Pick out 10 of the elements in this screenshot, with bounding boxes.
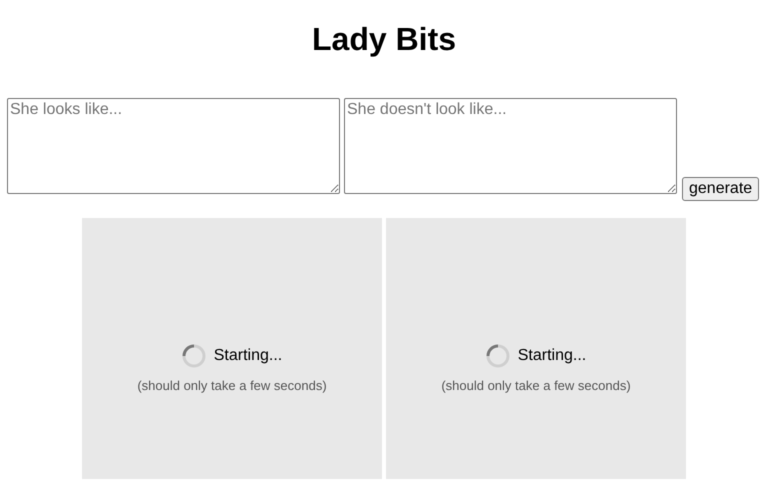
status-note: (should only take a few seconds) xyxy=(441,377,631,395)
page-title: Lady Bits xyxy=(310,20,458,59)
status-text: Starting... xyxy=(518,346,586,366)
prompt-field[interactable]: She doesn't look like... xyxy=(344,98,677,194)
prompt-field[interactable]: She looks like... xyxy=(7,98,340,194)
loading-spinner-icon xyxy=(486,344,510,368)
loading-spinner-icon xyxy=(182,344,206,368)
status-note: (should only take a few seconds) xyxy=(137,377,327,395)
status-text: Starting... xyxy=(214,346,282,366)
generate-button[interactable]: generate xyxy=(682,177,760,201)
